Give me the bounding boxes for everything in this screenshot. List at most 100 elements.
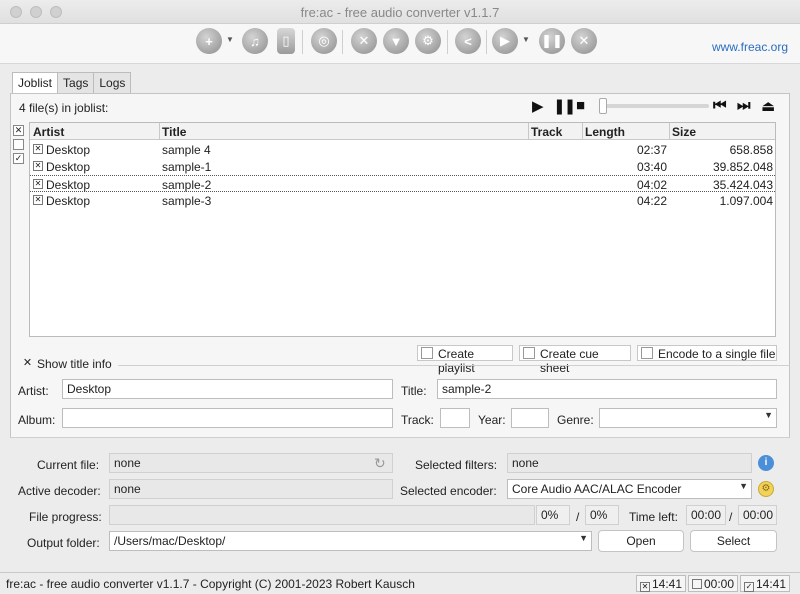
row-checkbox[interactable]: ✕ — [33, 161, 43, 171]
joblist-count: 4 file(s) in joblist: — [19, 101, 109, 115]
column-track[interactable]: Track — [531, 125, 562, 139]
select-none-checkbox[interactable] — [13, 139, 24, 150]
tab-joblist[interactable]: Joblist — [12, 72, 59, 95]
open-button[interactable]: Open — [598, 530, 684, 552]
track-field[interactable] — [440, 408, 470, 428]
row-checkbox[interactable]: ✕ — [33, 179, 43, 189]
active-decoder-field: none — [109, 479, 393, 499]
row-checkbox[interactable]: ✕ — [33, 144, 43, 154]
start-encoding-dropdown-icon[interactable]: ▼ — [522, 35, 530, 44]
active-decoder-label: Active decoder: — [18, 484, 101, 498]
checkbox-checked-icon: ✕ — [640, 582, 650, 592]
row-checkbox[interactable]: ✕ — [33, 195, 43, 205]
selected-encoder-label: Selected encoder: — [400, 484, 497, 498]
encoder-select[interactable]: Core Audio AAC/ALAC Encoder ▼ — [507, 479, 752, 499]
genre-label: Genre: — [557, 413, 594, 427]
current-file-field: none — [109, 453, 393, 473]
toggle-selection-checkbox[interactable]: ✓ — [13, 153, 24, 164]
title-field[interactable]: sample-2 — [437, 379, 777, 399]
column-size[interactable]: Size — [672, 125, 696, 139]
next-track-icon[interactable]: ⏭ — [737, 97, 751, 114]
info-icon[interactable]: i — [758, 455, 774, 471]
seek-track[interactable] — [603, 104, 709, 108]
create-cue-sheet-checkbox[interactable] — [523, 347, 535, 359]
progress-separator: / — [576, 510, 580, 524]
title-bar: fre:ac - free audio converter v1.1.7 — [0, 0, 800, 24]
current-file-label: Current file: — [37, 458, 100, 472]
device-icon[interactable]: ▯ — [277, 28, 295, 54]
output-folder-label: Output folder: — [27, 536, 100, 550]
show-title-info-label[interactable]: Show title info — [37, 357, 112, 371]
refresh-icon[interactable]: ↻ — [374, 455, 386, 472]
joblist-table[interactable]: Artist Title Track Length Size ✕ Desktop… — [29, 122, 776, 337]
create-cue-sheet-option[interactable]: Create cue sheet — [519, 345, 631, 375]
configure-tools-icon[interactable]: ✕ — [351, 28, 377, 54]
toolbar: + ▼ ♫ ▯ ◎ ✕ ▼ ⚙ < ▶ ▼ ❚❚ ✕ www.freac.org — [0, 24, 800, 64]
stop-encoding-icon[interactable]: ✕ — [571, 28, 597, 54]
output-folder-select[interactable]: /Users/mac/Desktop/ ▼ — [109, 531, 592, 551]
website-link[interactable]: www.freac.org — [712, 40, 788, 54]
column-artist[interactable]: Artist — [33, 125, 64, 139]
previous-track-icon[interactable]: ⏮ — [713, 97, 727, 114]
status-time-3: ✓ 14:41 — [740, 575, 791, 592]
show-title-info-checkbox[interactable]: ✕ — [22, 358, 33, 369]
total-progress-percent: 0% — [585, 505, 619, 525]
divider — [10, 437, 790, 438]
add-files-dropdown-icon[interactable]: ▼ — [226, 35, 234, 44]
year-label: Year: — [478, 413, 506, 427]
time-left-label: Time left: — [629, 510, 678, 524]
file-progress-percent: 0% — [536, 505, 570, 525]
share-icon[interactable]: < — [455, 28, 481, 54]
table-row[interactable]: ✕ Desktop sample-3 04:22 1.097.004 — [30, 192, 775, 209]
pause-encoding-icon[interactable]: ❚❚ — [539, 28, 565, 54]
create-playlist-checkbox[interactable] — [421, 347, 433, 359]
title-label: Title: — [401, 384, 427, 398]
chevron-down-icon: ▼ — [764, 410, 773, 420]
tab-tags[interactable]: Tags — [57, 72, 95, 94]
column-length[interactable]: Length — [585, 125, 625, 139]
table-row[interactable]: ✕ Desktop sample 4 02:37 658.858 — [30, 141, 775, 158]
select-button[interactable]: Select — [690, 530, 777, 552]
album-field[interactable] — [62, 408, 393, 428]
encode-single-file-checkbox[interactable] — [641, 347, 653, 359]
artist-field[interactable]: Desktop — [62, 379, 393, 399]
artist-label: Artist: — [18, 384, 49, 398]
add-files-icon[interactable]: + — [196, 28, 222, 54]
selected-filters-field: none — [507, 453, 752, 473]
table-row[interactable]: ✕ Desktop sample-1 03:40 39.852.048 — [30, 158, 775, 175]
track-label: Track: — [401, 413, 434, 427]
divider — [118, 365, 790, 366]
time-separator: / — [729, 510, 733, 524]
file-progress-label: File progress: — [29, 510, 102, 524]
seek-slider-handle[interactable] — [599, 98, 607, 114]
eject-icon[interactable]: ⏏ — [761, 97, 775, 115]
stop-icon[interactable]: ■ — [576, 97, 585, 114]
selected-filters-label: Selected filters: — [415, 458, 498, 472]
checkbox-empty-icon — [692, 579, 702, 589]
add-audio-cd-icon[interactable]: ♫ — [242, 28, 268, 54]
encoder-settings-icon[interactable]: ⚙ — [758, 481, 774, 497]
main-tabs: Joblist Tags Logs — [12, 72, 132, 95]
copyright-text: fre:ac - free audio converter v1.1.7 - C… — [6, 577, 415, 591]
joblist-header: Artist Title Track Length Size — [30, 123, 775, 140]
table-row[interactable]: ✕ Desktop sample-2 04:02 35.424.043 — [30, 175, 775, 192]
genre-select[interactable]: ▼ — [599, 408, 777, 428]
encode-single-file-option[interactable]: Encode to a single file — [637, 345, 777, 361]
filter-icon[interactable]: ▼ — [383, 28, 409, 54]
time-left-file: 00:00 — [686, 505, 726, 525]
start-encoding-icon[interactable]: ▶ — [492, 28, 518, 54]
gear-icon[interactable]: ⚙ — [415, 28, 441, 54]
create-playlist-option[interactable]: Create playlist — [417, 345, 513, 375]
status-time-1: ✕ 14:41 — [636, 575, 687, 592]
play-icon[interactable]: ▶ — [532, 97, 544, 115]
status-bar: fre:ac - free audio converter v1.1.7 - C… — [0, 572, 800, 594]
checkbox-checked-icon: ✓ — [744, 582, 754, 592]
window-title: fre:ac - free audio converter v1.1.7 — [300, 5, 500, 20]
status-time-2: 00:00 — [688, 575, 739, 592]
year-field[interactable] — [511, 408, 549, 428]
pause-icon[interactable]: ❚❚ — [553, 97, 576, 115]
column-title[interactable]: Title — [162, 125, 186, 139]
tab-logs[interactable]: Logs — [93, 72, 132, 94]
select-all-checkbox[interactable]: ✕ — [13, 125, 24, 136]
cddb-query-icon[interactable]: ◎ — [311, 28, 337, 54]
